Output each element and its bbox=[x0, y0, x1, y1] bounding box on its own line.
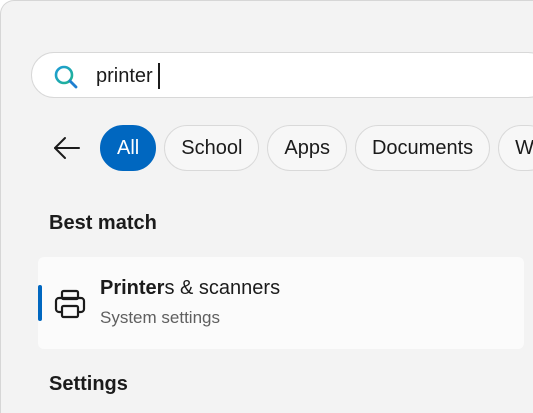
filter-chips: All School Apps Documents W bbox=[100, 125, 533, 173]
filter-chip-school[interactable]: School bbox=[164, 125, 260, 171]
result-title-match: Printer bbox=[100, 277, 165, 299]
search-box[interactable] bbox=[31, 52, 533, 98]
text-caret bbox=[158, 63, 160, 89]
selection-indicator bbox=[38, 285, 42, 321]
best-match-result[interactable]: Printers & scanners System settings bbox=[38, 257, 524, 349]
filter-chip-w[interactable]: W bbox=[498, 125, 533, 171]
search-panel: All School Apps Documents W Best match P… bbox=[0, 0, 533, 413]
filter-chip-documents[interactable]: Documents bbox=[354, 125, 491, 171]
result-title: Printers & scanners bbox=[100, 277, 280, 300]
best-match-heading: Best match bbox=[49, 212, 157, 234]
result-title-rest: s & scanners bbox=[164, 277, 281, 299]
filter-chip-apps[interactable]: Apps bbox=[267, 125, 347, 171]
filter-chip-all[interactable]: All bbox=[100, 125, 157, 171]
result-subtitle: System settings bbox=[100, 308, 220, 327]
printer-icon bbox=[54, 289, 86, 319]
settings-heading: Settings bbox=[49, 373, 128, 395]
back-arrow-icon[interactable] bbox=[51, 132, 83, 164]
search-icon bbox=[54, 65, 78, 89]
